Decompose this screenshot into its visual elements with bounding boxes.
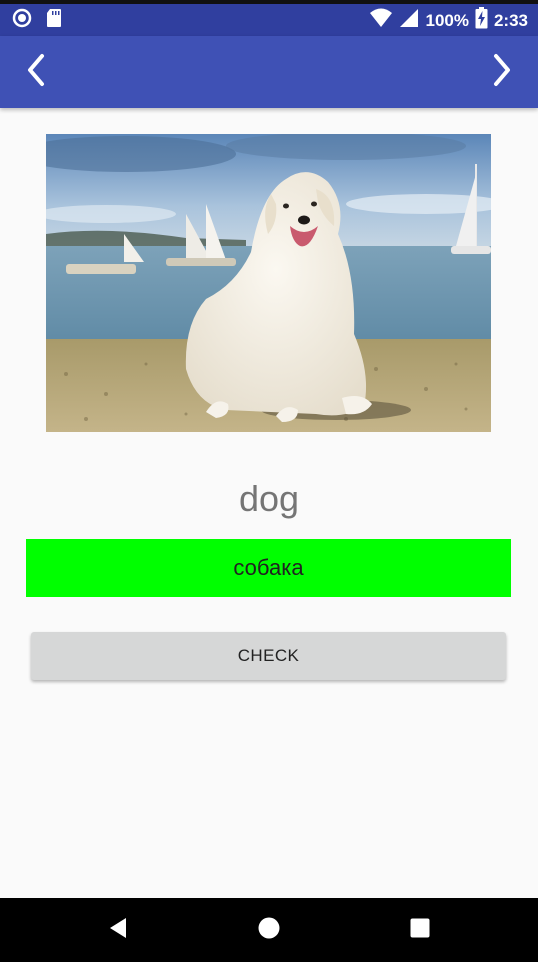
recents-button[interactable]: [380, 898, 460, 962]
wifi-icon: [369, 8, 393, 33]
clock: 2:33: [493, 10, 528, 30]
status-bar: 100% 2:33: [0, 0, 538, 36]
word-label: dog: [238, 478, 300, 519]
back-button[interactable]: [78, 898, 158, 962]
signal-icon: [399, 8, 419, 33]
status-bar-right: 100% 2:33: [369, 7, 528, 34]
sd-card-icon: [46, 8, 62, 33]
system-nav-bar: [0, 898, 538, 962]
status-bar-edge: [0, 0, 538, 4]
battery-charging-icon: [475, 7, 488, 34]
back-icon: [107, 916, 129, 945]
previous-button[interactable]: [0, 36, 72, 108]
chevron-right-icon: [490, 52, 514, 93]
answer-input[interactable]: [26, 539, 511, 597]
dog-photo: [46, 134, 491, 432]
battery-percent: 100%: [425, 10, 469, 30]
status-bar-left: [12, 8, 62, 33]
recents-icon: [409, 917, 431, 944]
chevron-left-icon: [24, 52, 48, 93]
check-button[interactable]: CHECK: [31, 632, 506, 680]
next-button[interactable]: [466, 36, 538, 108]
home-button[interactable]: [229, 898, 309, 962]
record-icon: [12, 8, 32, 33]
home-icon: [257, 916, 281, 945]
app-bar: [0, 36, 538, 108]
